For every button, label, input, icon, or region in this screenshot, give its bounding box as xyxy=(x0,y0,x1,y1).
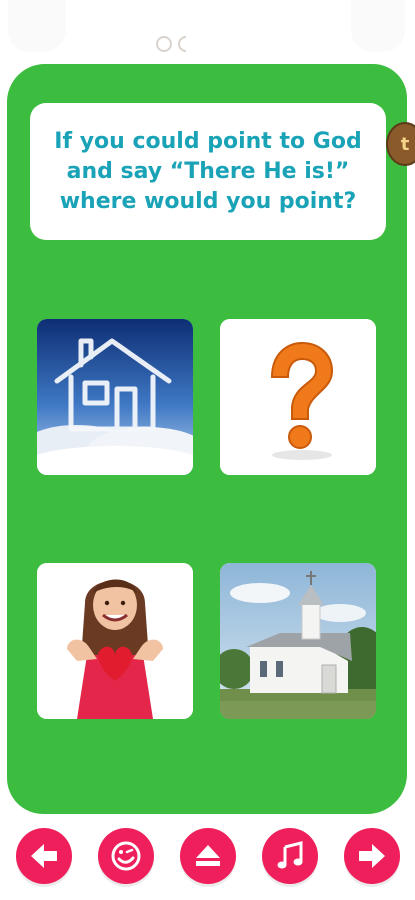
music-note-icon xyxy=(277,841,303,869)
answer-question-mark[interactable] xyxy=(220,319,376,475)
eject-button[interactable] xyxy=(180,828,236,884)
bottom-toolbar xyxy=(0,820,415,900)
question-mark-image xyxy=(220,319,376,475)
answer-church[interactable] xyxy=(220,563,376,719)
coin-badge-glyph: t xyxy=(400,133,410,155)
page-dot xyxy=(178,36,186,52)
top-left-decoration xyxy=(8,0,66,52)
smiley-icon xyxy=(111,841,141,871)
page-indicator xyxy=(156,36,186,52)
girl-heart-image xyxy=(37,563,193,719)
church-image xyxy=(220,563,376,719)
answer-cloud-house[interactable] xyxy=(37,319,193,475)
next-button[interactable] xyxy=(344,828,400,884)
arrow-left-icon xyxy=(31,844,57,868)
back-button[interactable] xyxy=(16,828,72,884)
page-dot-active xyxy=(156,36,172,52)
eject-icon xyxy=(196,845,220,866)
top-right-decoration xyxy=(351,0,405,52)
music-button[interactable] xyxy=(262,828,318,884)
arrow-right-icon xyxy=(359,844,385,868)
cloud-house-image xyxy=(37,319,193,475)
question-text: If you could point to God and say “There… xyxy=(54,128,362,214)
hint-button[interactable] xyxy=(98,828,154,884)
answer-girl-with-heart[interactable] xyxy=(37,563,193,719)
question-card: If you could point to God and say “There… xyxy=(30,103,386,240)
